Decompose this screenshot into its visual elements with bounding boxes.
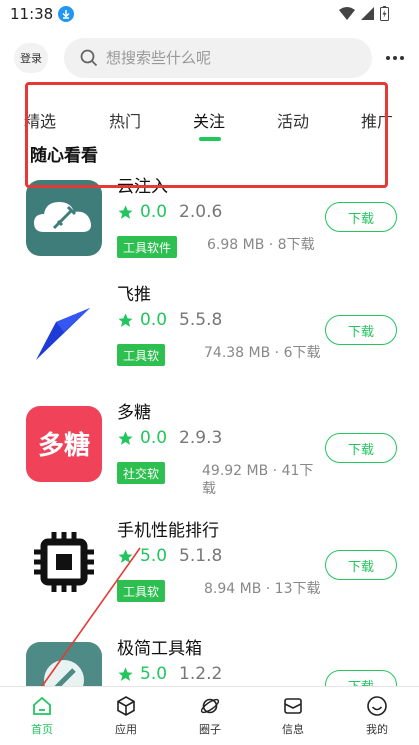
- version: 2.9.3: [179, 428, 223, 448]
- app-meta: 6.98 MB · 8下载: [207, 237, 315, 253]
- rating-value: 5.0: [140, 664, 168, 684]
- planet-icon: [200, 698, 220, 714]
- signal-icon: [361, 7, 374, 20]
- status-bar: 11:38: [0, 0, 419, 30]
- nav-home[interactable]: 首页: [12, 695, 72, 737]
- version: 5.1.8: [179, 546, 223, 566]
- category-tag: 工具软: [117, 580, 166, 602]
- svg-text:多糖: 多糖: [38, 430, 90, 461]
- rating-value: 0.0: [140, 202, 168, 222]
- app-icon-paper-plane: [26, 288, 102, 364]
- nav-circle[interactable]: 圈子: [180, 695, 240, 737]
- smiley-icon: [367, 696, 387, 716]
- search-input[interactable]: [106, 49, 346, 67]
- download-notification-icon: [58, 6, 74, 22]
- app-name: 多糖: [117, 403, 151, 423]
- nav-label: 首页: [31, 723, 53, 736]
- status-time: 11:38: [10, 5, 54, 23]
- rating-value: 0.0: [140, 428, 168, 448]
- list-item[interactable]: 飞推 0.0 5.5.8 工具软 74.38 MB · 6下载 下载: [0, 276, 419, 394]
- app-meta: 74.38 MB · 6下载: [204, 345, 321, 361]
- app-icon-cloud-syringe: [26, 180, 102, 256]
- star-icon: [118, 312, 133, 327]
- list-item[interactable]: 极简工具箱 5.0 1.2.2 下载: [0, 630, 419, 686]
- app-icon-duotang: 多糖: [26, 406, 102, 482]
- download-button[interactable]: 下载: [325, 315, 397, 345]
- nav-label: 圈子: [199, 723, 221, 736]
- tab-hot[interactable]: 热门: [109, 108, 141, 132]
- mail-icon: [284, 698, 302, 714]
- category-tag: 工具软: [117, 344, 166, 366]
- list-item[interactable]: 多糖 多糖 0.0 2.9.3 社交软 49.92 MB · 41下载 下载: [0, 394, 419, 512]
- category-tag: 工具软件: [117, 236, 178, 258]
- app-name: 飞推: [117, 285, 151, 305]
- tab-events[interactable]: 活动: [277, 108, 309, 132]
- nav-messages[interactable]: 信息: [263, 695, 323, 737]
- more-options-icon[interactable]: [386, 56, 404, 60]
- star-icon: [118, 666, 133, 681]
- app-list: 云注入 0.0 2.0.6 工具软件 6.98 MB · 8下载 下载 飞推 0…: [0, 168, 419, 686]
- tab-following[interactable]: 关注: [193, 108, 225, 132]
- rating-row: 5.0 5.1.8: [117, 546, 222, 566]
- download-button[interactable]: 下载: [325, 550, 397, 580]
- version: 5.5.8: [179, 310, 223, 330]
- list-item[interactable]: 手机性能排行 5.0 5.1.8 工具软 8.94 MB · 13下载 下载: [0, 512, 419, 630]
- rating-row: 0.0 5.5.8: [117, 310, 222, 330]
- rating-row: 5.0 1.2.2: [117, 664, 222, 684]
- nav-label: 应用: [115, 723, 137, 736]
- download-button[interactable]: 下载: [325, 202, 397, 232]
- active-tab-indicator: [199, 137, 221, 141]
- star-icon: [118, 204, 133, 219]
- app-meta: 49.92 MB · 41下载: [202, 463, 314, 497]
- nav-label: 信息: [282, 723, 304, 736]
- tab-featured[interactable]: 精选: [24, 108, 56, 132]
- version: 1.2.2: [179, 664, 223, 684]
- nav-apps[interactable]: 应用: [96, 695, 156, 737]
- home-icon: [33, 696, 51, 715]
- wifi-icon: [339, 7, 355, 20]
- download-button[interactable]: 下载: [325, 670, 397, 686]
- cube-icon: [117, 696, 135, 716]
- download-button[interactable]: 下载: [325, 433, 397, 463]
- version: 2.0.6: [179, 202, 223, 222]
- category-tabs: 精选 热门 关注 活动 推广: [0, 100, 419, 144]
- star-icon: [118, 430, 133, 445]
- app-meta: 8.94 MB · 13下载: [204, 581, 321, 597]
- list-item[interactable]: 云注入 0.0 2.0.6 工具软件 6.98 MB · 8下载 下载: [0, 168, 419, 286]
- app-icon-toolbox: [26, 642, 102, 686]
- bottom-navigation: 首页 应用 圈子 信息 我的: [0, 686, 419, 745]
- login-button[interactable]: 登录: [14, 43, 48, 73]
- rating-value: 5.0: [140, 546, 168, 566]
- search-bar[interactable]: [64, 38, 372, 78]
- tab-promotion[interactable]: 推广: [361, 108, 393, 132]
- app-name: 手机性能排行: [117, 521, 219, 541]
- nav-profile[interactable]: 我的: [347, 695, 407, 737]
- search-icon: [80, 49, 98, 67]
- nav-label: 我的: [366, 723, 388, 736]
- rating-row: 0.0 2.0.6: [117, 202, 222, 222]
- battery-icon: [380, 6, 389, 21]
- system-icons: [339, 6, 389, 21]
- star-icon: [118, 548, 133, 563]
- rating-row: 0.0 2.9.3: [117, 428, 222, 448]
- app-name: 极简工具箱: [117, 639, 202, 659]
- rating-value: 0.0: [140, 310, 168, 330]
- category-tag: 社交软: [117, 462, 166, 484]
- app-name: 云注入: [117, 177, 168, 197]
- section-title: 随心看看: [30, 146, 98, 166]
- app-icon-chip: [26, 524, 102, 600]
